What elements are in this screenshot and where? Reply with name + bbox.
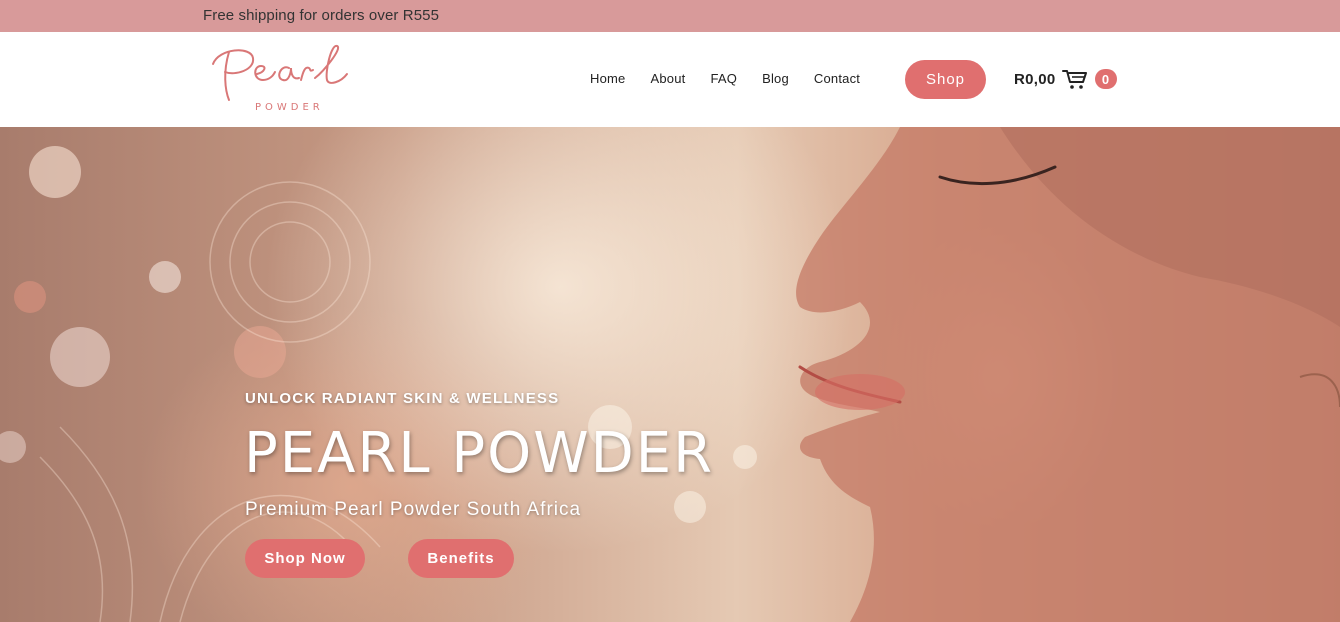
logo-subtitle: POWDER — [255, 102, 324, 113]
hero-banner: UNLOCK RADIANT SKIN & WELLNESS PEARL POW… — [0, 127, 1340, 622]
site-logo[interactable]: POWDER — [205, 42, 355, 114]
nav-blog[interactable]: Blog — [762, 71, 789, 86]
hero-tagline: UNLOCK RADIANT SKIN & WELLNESS — [245, 390, 560, 407]
announcement-bar: Free shipping for orders over R555 — [0, 0, 1340, 32]
cart-icon[interactable] — [1061, 68, 1088, 90]
cart-widget[interactable]: R0,00 0 — [1014, 68, 1117, 90]
pearl-script-logo — [212, 45, 348, 101]
nav-home[interactable]: Home — [590, 71, 625, 86]
nav-contact[interactable]: Contact — [814, 71, 860, 86]
main-nav: Home About FAQ Blog Contact — [590, 71, 860, 86]
hero-title: PEARL POWDER — [244, 421, 715, 486]
shop-now-button[interactable]: Shop Now — [245, 539, 365, 578]
nav-faq[interactable]: FAQ — [710, 71, 737, 86]
site-header: POWDER Home About FAQ Blog Contact Shop … — [0, 32, 1340, 127]
cart-count-badge: 0 — [1094, 69, 1117, 89]
nav-about[interactable]: About — [650, 71, 685, 86]
shop-button[interactable]: Shop — [905, 60, 986, 99]
hero-subtitle: Premium Pearl Powder South Africa — [245, 499, 582, 520]
cart-total: R0,00 — [1014, 70, 1056, 88]
hero-background-image — [0, 127, 1340, 622]
benefits-button[interactable]: Benefits — [408, 539, 514, 578]
announcement-text: Free shipping for orders over R555 — [203, 7, 440, 24]
